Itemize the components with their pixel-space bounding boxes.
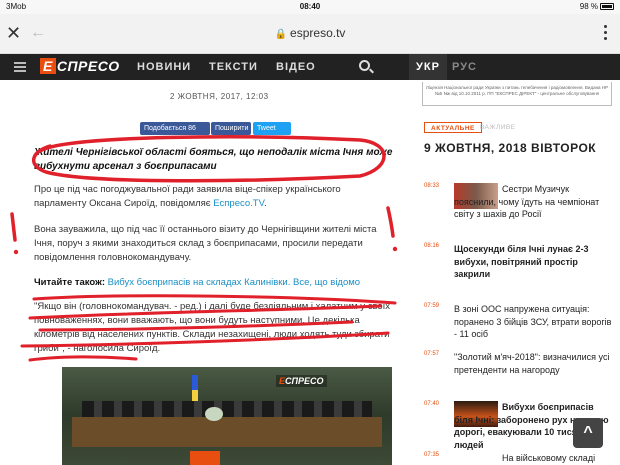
article-date: 2 ЖОВТНЯ, 2017, 12:03	[170, 92, 269, 101]
news-title[interactable]: "Золотий м'яч-2018": визначилися усі пре…	[454, 351, 612, 376]
url-text: espreso.tv	[290, 26, 346, 40]
clock: 08:40	[299, 2, 321, 11]
license-box: Ліцензія Національної ради України з пит…	[422, 82, 612, 106]
browser-toolbar: ✕ ← 🔒 espreso.tv	[0, 14, 620, 54]
red-exclamation-left-dot	[13, 249, 19, 255]
news-time: 08:33	[424, 183, 440, 189]
news-time: 07:40	[424, 401, 440, 407]
facebook-like-button[interactable]: Подобається 86	[140, 122, 210, 135]
news-title[interactable]: В зоні ООС напружена ситуація: поранено …	[454, 303, 612, 341]
tab-important[interactable]: ВАЖЛИВЕ	[474, 122, 522, 133]
nav-video[interactable]: ВІДЕО	[276, 61, 316, 73]
status-bar: 3Mob 08:40 98 %	[0, 0, 620, 14]
read-also: Читайте також: Вибух боєприпасів на скла…	[34, 276, 394, 290]
lang-rus-button[interactable]: РУС	[452, 61, 477, 73]
video-frame-table	[72, 417, 382, 447]
news-time: 07:35	[424, 452, 440, 458]
red-underline-annotation	[28, 355, 138, 362]
video-player[interactable]: ЕСПРЕСО	[62, 367, 392, 465]
nav-news[interactable]: НОВИНИ	[137, 61, 191, 73]
red-exclamation-left	[10, 212, 17, 242]
search-icon[interactable]	[359, 60, 370, 71]
more-options-icon[interactable]	[604, 25, 608, 43]
nav-texts[interactable]: ТЕКСТИ	[209, 61, 258, 73]
tweet-button[interactable]: Tweet	[253, 122, 291, 135]
scroll-to-top-button[interactable]: ^	[573, 418, 603, 448]
article-lead: Жителі Чернігівської області бояться, що…	[34, 147, 393, 172]
read-also-label: Читайте також:	[34, 277, 106, 288]
address-bar[interactable]: 🔒 espreso.tv	[0, 26, 620, 40]
lang-ukr-button[interactable]: УКР	[409, 54, 447, 80]
battery-percent: 98 %	[579, 2, 598, 11]
news-title[interactable]: Сестри Музичук пояснили, чому їдуть на ч…	[454, 183, 612, 221]
article-paragraph: Вона зауважила, що під час її останнього…	[34, 224, 377, 263]
hamburger-menu-icon[interactable]	[14, 62, 26, 74]
article-quote: "Якщо він (головнокомандувач. - ред.) і …	[34, 301, 391, 354]
battery-status: 98 %	[580, 2, 614, 11]
site-nav: Е СПРЕСО НОВИНИ ТЕКСТИ ВІДЕО	[0, 54, 620, 80]
video-logo: ЕСПРЕСО	[276, 375, 327, 387]
battery-icon	[600, 3, 614, 10]
news-time: 07:59	[424, 303, 440, 309]
sidebar-date: 9 ЖОВТНЯ, 2018 ВІВТОРОК	[424, 141, 597, 155]
news-title[interactable]: Щосекунди біля Ічні лунає 2-3 вибухи, по…	[454, 243, 612, 281]
news-title[interactable]: На військовому складі	[454, 452, 612, 465]
article-paragraph: Про це під час погоджувальної ради заяви…	[34, 184, 341, 209]
read-also-link[interactable]: Вибух боєприпасів на складах Калинівки. …	[105, 277, 360, 288]
site-logo[interactable]: Е СПРЕСО	[40, 58, 120, 76]
lock-icon: 🔒	[274, 29, 288, 40]
source-link[interactable]: Еспресо.TV	[213, 198, 264, 209]
video-frame-flowers	[205, 407, 223, 421]
news-time: 08:16	[424, 243, 440, 249]
news-time: 07:57	[424, 351, 440, 357]
play-button[interactable]	[190, 451, 220, 465]
facebook-share-button[interactable]: Поширити	[211, 122, 251, 135]
